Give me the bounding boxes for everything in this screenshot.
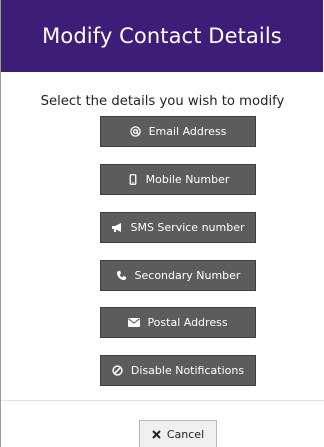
phone-icon	[116, 270, 128, 282]
cancel-button[interactable]: Cancel	[139, 420, 217, 447]
modify-contact-dialog: Modify Contact Details Select the detail…	[0, 0, 324, 447]
sms-service-number-button[interactable]: SMS Service number	[100, 212, 256, 243]
email-address-button[interactable]: Email Address	[100, 116, 256, 147]
envelope-icon	[128, 317, 141, 329]
postal-address-label: Postal Address	[147, 316, 228, 329]
cancel-label: Cancel	[166, 427, 205, 441]
dialog-title: Modify Contact Details	[42, 24, 282, 48]
email-address-label: Email Address	[148, 125, 227, 138]
close-icon	[152, 429, 161, 439]
footer-divider	[1, 400, 324, 401]
megaphone-icon	[111, 222, 123, 234]
mobile-number-label: Mobile Number	[145, 173, 230, 186]
mobile-phone-icon	[127, 174, 139, 186]
postal-address-button[interactable]: Postal Address	[100, 307, 256, 338]
mobile-number-button[interactable]: Mobile Number	[100, 164, 256, 195]
ban-icon	[112, 365, 124, 377]
secondary-number-label: Secondary Number	[134, 269, 241, 282]
disable-notifications-label: Disable Notifications	[130, 364, 245, 377]
secondary-number-button[interactable]: Secondary Number	[100, 260, 256, 291]
dialog-header: Modify Contact Details	[1, 0, 323, 72]
disable-notifications-button[interactable]: Disable Notifications	[100, 355, 256, 386]
sms-service-number-label: SMS Service number	[130, 221, 245, 234]
dialog-prompt: Select the details you wish to modify	[40, 94, 285, 109]
at-icon	[130, 126, 142, 138]
